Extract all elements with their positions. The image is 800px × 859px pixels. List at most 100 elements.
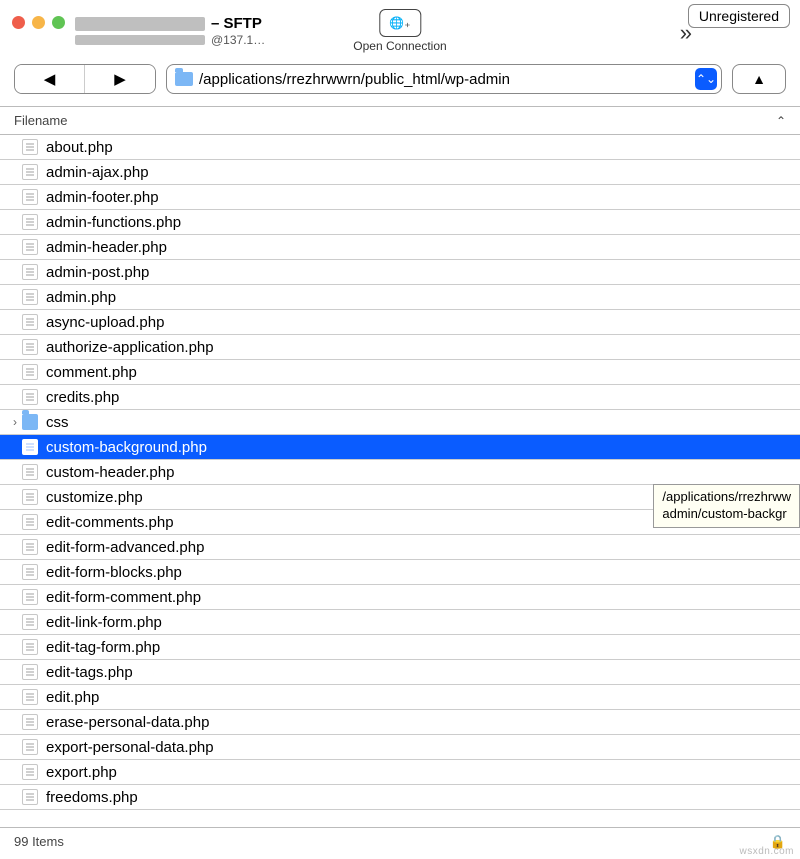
file-row[interactable]: erase-personal-data.php [0, 710, 800, 735]
navigation-toolbar: ◀ ▶ /applications/rrezhrwwrn/public_html… [0, 58, 800, 107]
file-row[interactable]: export.php [0, 760, 800, 785]
file-row[interactable]: admin-post.php [0, 260, 800, 285]
file-row[interactable]: export-personal-data.php [0, 735, 800, 760]
file-icon [22, 289, 38, 305]
file-name: freedoms.php [46, 789, 138, 806]
file-row[interactable]: edit-tag-form.php [0, 635, 800, 660]
file-name: edit-form-advanced.php [46, 539, 204, 556]
file-name: edit.php [46, 689, 99, 706]
file-row[interactable]: admin-functions.php [0, 210, 800, 235]
file-row[interactable]: edit.php [0, 685, 800, 710]
file-row[interactable]: edit-form-comment.php [0, 585, 800, 610]
path-combobox[interactable]: /applications/rrezhrwwrn/public_html/wp-… [166, 64, 722, 94]
item-count: 99 Items [14, 834, 64, 849]
file-row[interactable]: freedoms.php [0, 785, 800, 810]
file-row[interactable]: edit-form-blocks.php [0, 560, 800, 585]
redacted-hostname [75, 17, 205, 31]
file-icon [22, 614, 38, 630]
file-name: admin-footer.php [46, 189, 159, 206]
watermark: wsxdn.com [739, 846, 794, 857]
file-row[interactable]: edit-form-advanced.php [0, 535, 800, 560]
file-name: admin-header.php [46, 239, 167, 256]
file-name: admin.php [46, 289, 116, 306]
file-icon [22, 264, 38, 280]
file-name: erase-personal-data.php [46, 714, 209, 731]
file-name: edit-form-blocks.php [46, 564, 182, 581]
file-name: edit-link-form.php [46, 614, 162, 631]
window-title-stack: – SFTP @137.1… [75, 15, 265, 47]
column-header-row[interactable]: Filename ⌃ [0, 107, 800, 135]
sort-indicator-icon: ⌃ [776, 114, 786, 128]
file-icon [22, 439, 38, 455]
forward-button[interactable]: ▶ [85, 65, 155, 93]
tooltip-line: /applications/rrezhrww [662, 489, 791, 506]
file-row[interactable]: admin.php [0, 285, 800, 310]
file-name: edit-tag-form.php [46, 639, 160, 656]
status-bar: 99 Items 🔒 [0, 827, 800, 851]
file-icon [22, 739, 38, 755]
file-row[interactable]: admin-header.php [0, 235, 800, 260]
file-icon [22, 514, 38, 530]
file-row[interactable]: › css [0, 410, 800, 435]
titlebar: – SFTP @137.1… 🌐₊ Open Connection » Unre… [0, 0, 800, 58]
file-row[interactable]: credits.php [0, 385, 800, 410]
filename-column-header[interactable]: Filename [14, 113, 67, 128]
redacted-username [75, 35, 205, 45]
file-icon [22, 564, 38, 580]
file-name: export-personal-data.php [46, 739, 214, 756]
go-up-button[interactable]: ▲ [732, 64, 786, 94]
file-name: async-upload.php [46, 314, 164, 331]
open-connection-button[interactable]: 🌐₊ Open Connection [353, 9, 446, 53]
close-window-button[interactable] [12, 16, 25, 29]
back-button[interactable]: ◀ [15, 65, 85, 93]
file-name: admin-functions.php [46, 214, 181, 231]
file-name: customize.php [46, 489, 143, 506]
path-dropdown-button[interactable]: ⌃⌄ [695, 68, 717, 90]
file-icon [22, 364, 38, 380]
file-row[interactable]: custom-background.php [0, 435, 800, 460]
file-row[interactable]: admin-ajax.php [0, 160, 800, 185]
history-nav-group: ◀ ▶ [14, 64, 156, 94]
file-name: export.php [46, 764, 117, 781]
file-icon [22, 339, 38, 355]
file-row[interactable]: admin-footer.php [0, 185, 800, 210]
file-row[interactable]: edit-link-form.php [0, 610, 800, 635]
file-icon [22, 389, 38, 405]
file-icon [22, 214, 38, 230]
file-name: edit-form-comment.php [46, 589, 201, 606]
file-name: credits.php [46, 389, 119, 406]
file-icon [22, 239, 38, 255]
file-icon [22, 639, 38, 655]
path-text: /applications/rrezhrwwrn/public_html/wp-… [199, 71, 689, 88]
file-row[interactable]: edit-tags.php [0, 660, 800, 685]
file-icon [22, 664, 38, 680]
file-row[interactable]: custom-header.php [0, 460, 800, 485]
file-icon [22, 589, 38, 605]
file-icon [22, 489, 38, 505]
file-name: about.php [46, 139, 113, 156]
file-name: comment.php [46, 364, 137, 381]
path-tooltip: /applications/rrezhrww admin/custom-back… [653, 484, 800, 528]
zoom-window-button[interactable] [52, 16, 65, 29]
minimize-window-button[interactable] [32, 16, 45, 29]
file-row[interactable]: async-upload.php [0, 310, 800, 335]
window-controls [12, 16, 65, 29]
file-icon [22, 464, 38, 480]
file-row[interactable]: about.php [0, 135, 800, 160]
file-row[interactable]: comment.php [0, 360, 800, 385]
window-title-suffix: – SFTP [211, 15, 262, 33]
open-connection-label: Open Connection [353, 39, 446, 53]
unregistered-badge[interactable]: Unregistered [688, 4, 790, 28]
tooltip-line: admin/custom-backgr [662, 506, 791, 523]
file-name: custom-header.php [46, 464, 174, 481]
disclosure-triangle-icon[interactable]: › [8, 415, 22, 429]
file-row[interactable]: authorize-application.php [0, 335, 800, 360]
file-icon [22, 764, 38, 780]
folder-icon [175, 72, 193, 86]
globe-plus-icon: 🌐₊ [389, 16, 410, 30]
file-icon [22, 789, 38, 805]
file-icon [22, 164, 38, 180]
file-name: edit-tags.php [46, 664, 133, 681]
file-name: css [46, 414, 69, 431]
file-icon [22, 189, 38, 205]
